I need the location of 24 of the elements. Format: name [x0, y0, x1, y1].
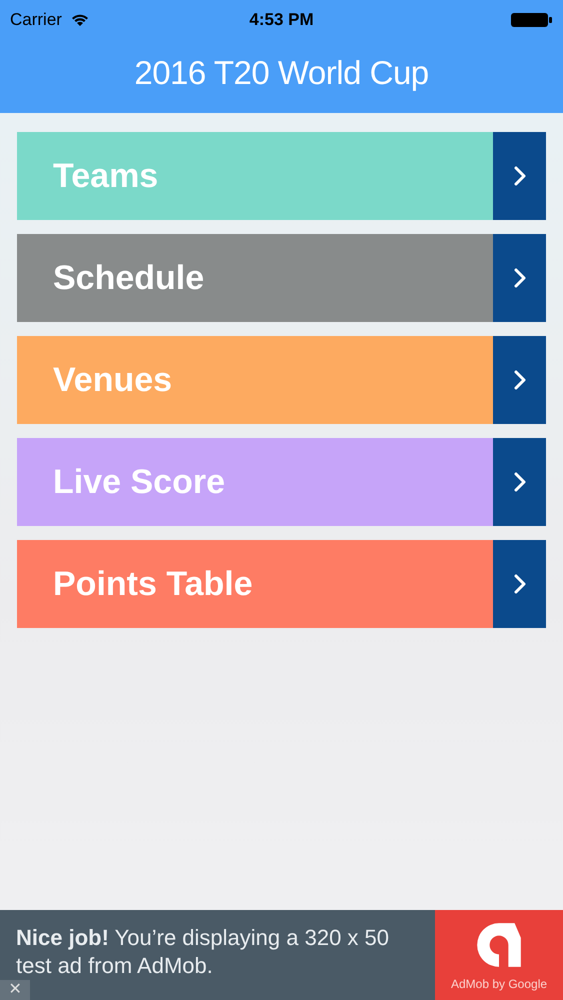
menu-item[interactable]: Points Table [17, 540, 546, 628]
ad-text: Nice job! You’re displaying a 320 x 50 test ad from AdMob. [16, 924, 390, 980]
menu-item[interactable]: Teams [17, 132, 546, 220]
chevron-icon [514, 472, 526, 492]
battery-icon [511, 12, 553, 28]
chevron-button[interactable] [493, 540, 546, 628]
menu-item[interactable]: Schedule [17, 234, 546, 322]
chevron-button[interactable] [493, 132, 546, 220]
status-time: 4:53 PM [249, 10, 314, 30]
chevron-icon [514, 166, 526, 186]
carrier-label: Carrier [10, 10, 62, 30]
chevron-button[interactable] [493, 234, 546, 322]
ad-brand-label: AdMob by Google [450, 977, 548, 991]
chevron-icon [514, 370, 526, 390]
ad-banner[interactable]: Nice job! You’re displaying a 320 x 50 test ad from AdMob. ✕ AdMob by Google [0, 910, 563, 1000]
chevron-button[interactable] [493, 336, 546, 424]
wifi-icon [70, 13, 90, 27]
menu-item[interactable]: Live Score [17, 438, 546, 526]
chevron-button[interactable] [493, 438, 546, 526]
nav-title: 2016 T20 World Cup [134, 54, 429, 92]
menu-item[interactable]: Venues [17, 336, 546, 424]
close-button[interactable]: ✕ [0, 980, 30, 1000]
chevron-icon [514, 268, 526, 288]
chevron-icon [514, 574, 526, 594]
